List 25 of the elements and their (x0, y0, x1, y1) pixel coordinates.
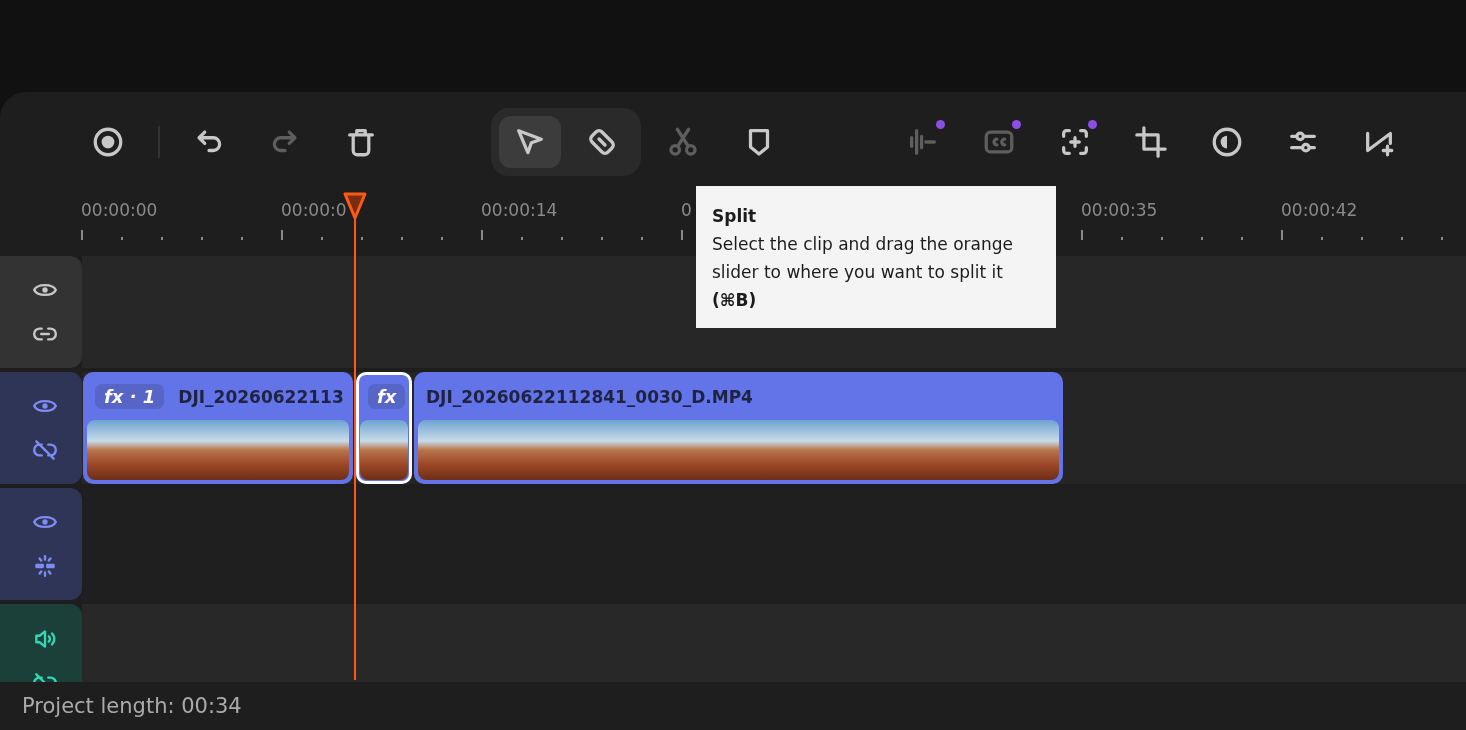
clip-name: DJI_20260622112841_0030_D.MP4 (426, 386, 753, 407)
video-clip[interactable]: fx · 1 DJI_20260622113 (83, 372, 353, 484)
time-label: 0 (681, 200, 692, 220)
time-label: 00:00:14 (481, 200, 558, 220)
project-length-text: Project length: 00:34 (22, 694, 242, 718)
tooltip-text: Select the clip and drag the orange slider to where you want to split it (712, 233, 1015, 284)
filmstrip-placeholder (360, 420, 408, 480)
shortcut-text: (⌘B) (712, 289, 758, 312)
crop-icon (1134, 125, 1168, 159)
tooltip-title: Split (712, 205, 758, 228)
time-label: 00:00:0 (281, 200, 347, 220)
unlink-icon[interactable] (32, 437, 58, 463)
contrast-icon (1210, 125, 1244, 159)
video-clip[interactable]: DJI_20260622112841_0030_D.MP4 (414, 372, 1063, 484)
video-clip[interactable]: fx (356, 372, 412, 484)
time-label: 00:00:42 (1281, 200, 1358, 220)
clip-name: DJI_20260622113 (178, 386, 344, 407)
time-label: 00:00:35 (1081, 200, 1158, 220)
effect-badge: fx (368, 384, 406, 409)
select-tool-button[interactable] (499, 116, 561, 168)
time-label: 00:00:00 (81, 200, 158, 220)
record-icon (91, 125, 125, 159)
scissors-icon (666, 125, 700, 159)
sparkle-icon[interactable] (32, 553, 58, 579)
effect-badge: fx · 1 (95, 384, 165, 409)
